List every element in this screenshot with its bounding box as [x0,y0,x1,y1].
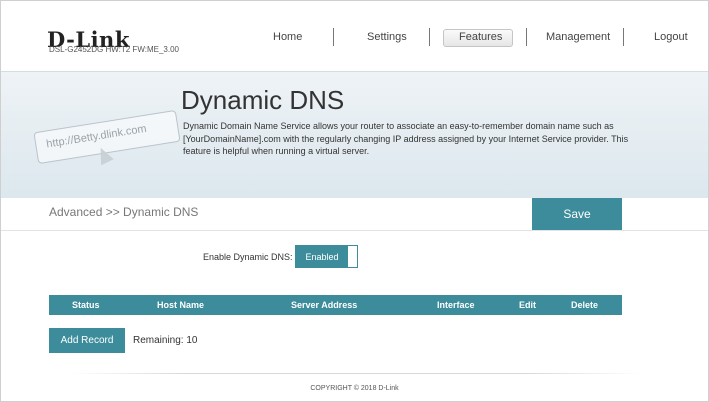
column-server-address: Server Address [291,300,358,310]
page-description: Dynamic Domain Name Service allows your … [183,121,629,156]
column-interface: Interface [437,300,475,310]
nav-separator [526,28,527,46]
model-info: DSL-G2452DG HW:T2 FW:ME_3.00 [49,45,179,54]
nav-features[interactable]: Features [459,31,502,43]
column-host-name: Host Name [157,300,205,310]
add-record-button[interactable]: Add Record [49,328,125,353]
column-edit: Edit [519,300,536,310]
page-title: Dynamic DNS [181,85,345,115]
enable-dynamic-dns-label: Enable Dynamic DNS: [203,252,293,262]
footer-divider [71,373,641,374]
save-button[interactable]: Save [532,198,622,230]
column-status: Status [72,300,100,310]
nav-separator [333,28,334,46]
enable-dynamic-dns-toggle[interactable]: Enabled [295,245,358,268]
ddns-table-header: Status Host Name Server Address Interfac… [49,295,622,315]
nav-separator [623,28,624,46]
nav-logout[interactable]: Logout [654,31,688,43]
router-admin-page: D-Link DSL-G2452DG HW:T2 FW:ME_3.00 Home… [0,0,709,402]
breadcrumb: Advanced >> Dynamic DNS [49,205,199,219]
nav-home[interactable]: Home [273,31,302,43]
nav-management[interactable]: Management [546,31,610,43]
remaining-count: Remaining: 10 [133,335,198,346]
nav-separator [429,28,430,46]
toggle-state: Enabled [296,246,348,267]
copyright: COPYRIGHT © 2018 D-Link [310,385,399,392]
column-delete: Delete [571,300,599,310]
nav-settings[interactable]: Settings [367,31,407,43]
